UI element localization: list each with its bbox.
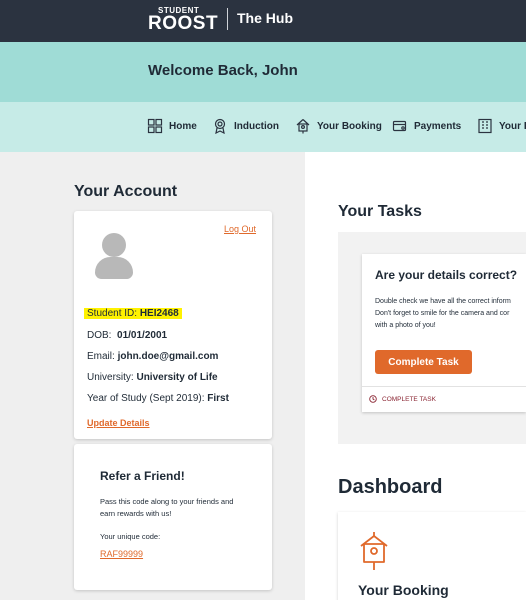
dashboard-booking-label: Your Booking — [358, 582, 449, 598]
home-grid-icon — [147, 118, 163, 134]
student-id-row: Student ID: HEI2468 — [84, 308, 182, 319]
year-row: Year of Study (Sept 2019): First — [87, 393, 229, 404]
payment-icon — [392, 120, 407, 132]
main-nav: Home Induction Your Booking Payments You… — [0, 102, 526, 152]
nav-label-your-booking: Your Booking — [317, 120, 382, 132]
hub-title: The Hub — [237, 10, 293, 26]
dashboard-heading: Dashboard — [338, 476, 443, 498]
university-value: University of Life — [136, 372, 218, 383]
update-details-link[interactable]: Update Details — [87, 418, 150, 428]
logo-divider — [227, 8, 228, 30]
task-description-line-1: Double check we have all the correct inf… — [375, 298, 511, 305]
nav-label-your-room: Your R — [499, 120, 526, 132]
badge-icon — [214, 118, 226, 134]
refer-code-link[interactable]: RAF99999 — [100, 549, 143, 559]
refer-code-label: Your unique code: — [100, 532, 161, 541]
nav-item-your-room[interactable]: Your R — [477, 118, 526, 134]
student-id-value: HEI2468 — [139, 308, 179, 319]
building-icon — [478, 118, 492, 134]
your-account-heading: Your Account — [74, 183, 178, 200]
nav-item-payments[interactable]: Payments — [392, 118, 461, 134]
university-label: University: — [87, 372, 134, 383]
birdhouse-icon — [296, 119, 310, 134]
logout-link[interactable]: Log Out — [224, 224, 256, 234]
student-id-label: Student ID: — [87, 308, 138, 319]
university-row: University: University of Life — [87, 372, 218, 383]
nav-label-home: Home — [169, 120, 197, 132]
nav-label-induction: Induction — [234, 120, 279, 132]
year-label: Year of Study (Sept 2019): — [87, 393, 205, 404]
dob-value: 01/01/2001 — [117, 330, 168, 341]
task-description: Double check we have all the correct inf… — [375, 296, 526, 332]
avatar — [95, 233, 133, 279]
refer-title: Refer a Friend! — [100, 469, 185, 483]
task-description-line-3: with a photo of you! — [375, 322, 436, 329]
avatar-head — [102, 233, 126, 257]
nav-item-home[interactable]: Home — [147, 118, 197, 134]
nav-label-payments: Payments — [414, 120, 462, 132]
task-status-label: COMPLETE TASK — [382, 395, 436, 403]
logo-big-text: ROOST — [148, 13, 219, 34]
avatar-body — [95, 257, 133, 279]
nav-item-your-booking[interactable]: Your Booking — [295, 118, 382, 134]
task-description-line-2: Don't forget to smile for the camera and… — [375, 310, 510, 317]
task-status: COMPLETE TASK — [369, 395, 436, 403]
complete-task-button[interactable]: Complete Task — [375, 350, 472, 374]
email-value: john.doe@gmail.com — [117, 351, 219, 362]
email-label: Email: — [87, 351, 115, 362]
task-divider — [362, 386, 526, 387]
welcome-banner: Welcome Back, John — [0, 42, 526, 102]
top-bar: STUDENT ROOST The Hub — [0, 0, 526, 42]
year-value: First — [207, 393, 229, 404]
birdhouse-icon — [360, 532, 388, 570]
clock-icon — [369, 395, 377, 403]
task-title: Are your details correct? — [375, 268, 518, 282]
email-row: Email: john.doe@gmail.com — [87, 351, 218, 362]
dob-label: DOB: — [87, 330, 112, 341]
nav-item-induction[interactable]: Induction — [212, 118, 279, 134]
student-id-highlight: Student ID: HEI2468 — [84, 308, 182, 319]
your-tasks-heading: Your Tasks — [338, 203, 422, 220]
dob-row: DOB: 01/01/2001 — [87, 330, 167, 341]
welcome-heading: Welcome Back, John — [148, 62, 298, 79]
refer-text: Pass this code along to your friends and… — [100, 497, 234, 518]
